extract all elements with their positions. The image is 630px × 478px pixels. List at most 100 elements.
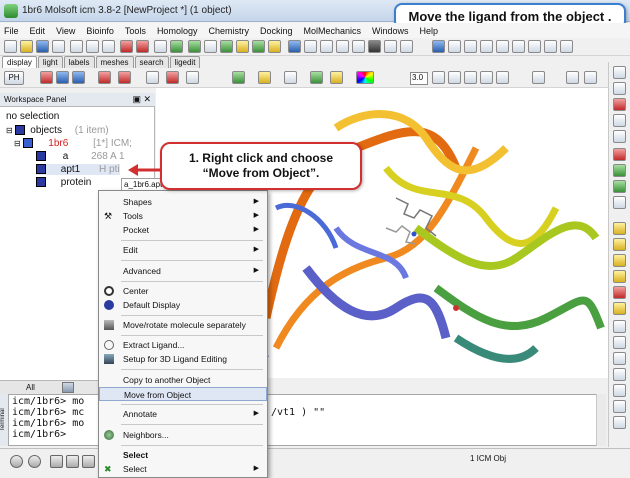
lock2-icon[interactable] <box>613 302 626 315</box>
screen-icon[interactable] <box>50 455 63 468</box>
terminal-tab-icon[interactable] <box>62 382 74 393</box>
menu-windows[interactable]: Windows <box>372 26 409 36</box>
ph-icon[interactable]: PH <box>4 71 24 85</box>
menu-item-pocket[interactable]: Pocket ▶ <box>99 223 267 237</box>
tab-labels[interactable]: labels <box>63 56 95 68</box>
menu-help[interactable]: Help <box>420 26 439 36</box>
menu-homology[interactable]: Homology <box>157 26 198 36</box>
camera-icon[interactable] <box>82 455 95 468</box>
select-rect-icon[interactable] <box>613 82 626 95</box>
wire-icon[interactable] <box>40 71 53 84</box>
settings-icon[interactable] <box>52 40 65 53</box>
skin-icon[interactable] <box>186 71 199 84</box>
menu-item-annotate[interactable]: Annotate ▶ <box>99 407 267 421</box>
menu-docking[interactable]: Docking <box>260 26 293 36</box>
menu-item-copy-to-object[interactable]: Copy to another Object <box>99 373 267 387</box>
cursor-icon[interactable] <box>220 40 233 53</box>
menu-item-shapes[interactable]: Shapes ▶ <box>99 195 267 209</box>
stripe-icon[interactable] <box>613 286 626 299</box>
tree-molecule-a-row[interactable]: a 268 A 1 <box>36 151 125 162</box>
color-green2-icon[interactable] <box>613 180 626 193</box>
lock-icon[interactable] <box>566 71 579 84</box>
menu-chemistry[interactable]: Chemistry <box>208 26 249 36</box>
hand-icon[interactable] <box>532 71 545 84</box>
menu-item-select-header[interactable]: Select <box>99 448 267 462</box>
color-bfactor-icon[interactable] <box>330 71 343 84</box>
y-icon[interactable] <box>613 352 626 365</box>
ribbon-color-icon[interactable] <box>166 71 179 84</box>
color-ss-icon[interactable] <box>310 71 323 84</box>
palette-icon[interactable] <box>356 71 374 84</box>
tools-icon[interactable] <box>400 40 413 53</box>
stick-icon[interactable] <box>56 71 69 84</box>
pin5-icon[interactable] <box>496 40 509 53</box>
save-icon[interactable] <box>36 40 49 53</box>
draw-icon[interactable] <box>368 40 381 53</box>
tab-display[interactable]: display <box>2 56 37 68</box>
bookmark-icon[interactable] <box>613 320 626 333</box>
menu-item-tools[interactable]: ⚒ Tools ▶ <box>99 209 267 223</box>
menu-item-center[interactable]: Center <box>99 284 267 298</box>
tree-protein-row[interactable]: protein <box>36 177 91 188</box>
ballstick-icon[interactable] <box>72 71 85 84</box>
measure-torsion-icon[interactable] <box>464 71 477 84</box>
pin6-icon[interactable] <box>512 40 525 53</box>
wand-icon[interactable] <box>496 71 509 84</box>
grid-icon[interactable] <box>336 40 349 53</box>
menu-item-move-from-object[interactable]: Move from Object <box>99 387 267 401</box>
pin7-icon[interactable] <box>528 40 541 53</box>
color-atom-icon[interactable] <box>258 71 271 84</box>
pdb-icon[interactable] <box>154 40 167 53</box>
menu-item-edit[interactable]: Edit ▶ <box>99 243 267 257</box>
open-folder-icon[interactable] <box>20 40 33 53</box>
label-icon[interactable] <box>268 40 281 53</box>
menu-item-extract-ligand[interactable]: Extract Ligand... <box>99 338 267 352</box>
label-as-icon[interactable] <box>613 196 626 209</box>
refresh-icon[interactable] <box>613 66 626 79</box>
bond-icon[interactable] <box>252 40 265 53</box>
menu-item-move-rotate[interactable]: Move/rotate molecule separately <box>99 318 267 332</box>
menu-molmechanics[interactable]: MolMechanics <box>304 26 362 36</box>
cpk-icon[interactable] <box>98 71 111 84</box>
reset-icon[interactable] <box>584 71 597 84</box>
tab-search[interactable]: search <box>134 56 169 68</box>
pin4-icon[interactable] <box>480 40 493 53</box>
surface-icon[interactable] <box>118 71 131 84</box>
tab-light[interactable]: light <box>37 56 63 68</box>
record-icon[interactable] <box>28 455 41 468</box>
new-file-icon[interactable] <box>4 40 17 53</box>
pin9-icon[interactable] <box>560 40 573 53</box>
menu-tools[interactable]: Tools <box>125 26 146 36</box>
x-icon[interactable] <box>613 368 626 381</box>
tree-apt1-row[interactable]: apt1 H pti <box>36 164 120 175</box>
z-icon[interactable] <box>613 336 626 349</box>
measure-distance-icon[interactable] <box>432 71 445 84</box>
color-chain-icon[interactable] <box>284 71 297 84</box>
ribbon-icon[interactable] <box>146 71 159 84</box>
arrows-icon[interactable] <box>613 416 626 429</box>
spin-icon[interactable] <box>613 400 626 413</box>
menu-item-select[interactable]: ✖ Select ▶ <box>99 462 267 476</box>
copy-icon[interactable] <box>86 40 99 53</box>
zoom-icon[interactable] <box>613 114 626 127</box>
stop-icon[interactable] <box>10 455 23 468</box>
align3-icon[interactable] <box>613 254 626 267</box>
tree-object-1br6-row[interactable]: ⊟ 1br6 [1*] ICM; <box>14 138 132 149</box>
terminal-scrollbar[interactable] <box>596 394 606 446</box>
sphere-icon[interactable] <box>384 40 397 53</box>
pin3-icon[interactable] <box>464 40 477 53</box>
align4-icon[interactable] <box>613 270 626 283</box>
menu-edit[interactable]: Edit <box>30 26 46 36</box>
align-icon[interactable] <box>613 222 626 235</box>
redo-icon[interactable] <box>136 40 149 53</box>
tab-ligedit[interactable]: ligedit <box>169 56 201 68</box>
color-green-icon[interactable] <box>613 164 626 177</box>
menu-item-default-display[interactable]: Default Display <box>99 298 267 312</box>
tag-icon[interactable] <box>236 40 249 53</box>
panel-float-close-icon[interactable]: ▣ ✕ <box>132 94 151 105</box>
undo-icon[interactable] <box>120 40 133 53</box>
menu-bioinfo[interactable]: Bioinfo <box>86 26 114 36</box>
menu-item-neighbors[interactable]: Neighbors... <box>99 428 267 442</box>
window-icon[interactable] <box>352 40 365 53</box>
pin2-icon[interactable] <box>448 40 461 53</box>
